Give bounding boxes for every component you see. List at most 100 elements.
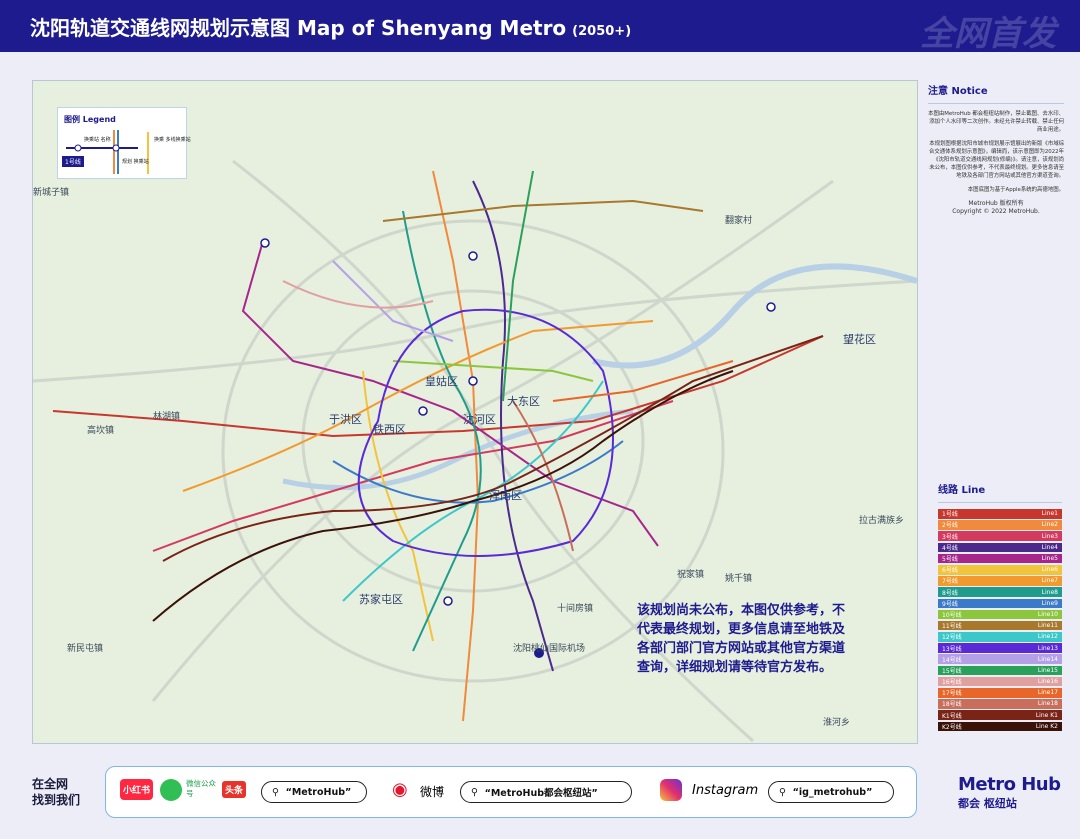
metro-map[interactable]: 图例 Legend 换乘站 名称 换乘 多线换乘站 规划 换乘站 1号线 皇姑区…: [32, 80, 918, 744]
line-11: [382, 199, 704, 222]
copyright: MetroHub 版权所有 Copyright © 2022 MetroHub.: [928, 200, 1064, 216]
line-name-en: Line13: [1037, 644, 1058, 652]
line-name-cn: 15号线: [942, 667, 962, 675]
notice-title: 注意 Notice: [928, 86, 988, 97]
line-name-en: Line4: [1041, 543, 1058, 551]
line-legend-row: 8号线 Line8: [938, 587, 1062, 597]
station-icon: [468, 376, 478, 386]
divider: [928, 103, 1064, 104]
divider: [938, 502, 1062, 503]
line-name-cn: K2号线: [942, 723, 962, 731]
district-label: 苏家屯区: [359, 593, 403, 606]
station-icon: [418, 406, 428, 416]
instagram-label: Instagram: [692, 783, 759, 798]
line-name-cn: 10号线: [942, 611, 962, 619]
line-legend-row: 1号线 Line1: [938, 509, 1062, 519]
wechat-icon[interactable]: [160, 779, 182, 801]
district-label: 新民屯镇: [67, 644, 104, 654]
handle-pill-1[interactable]: ⚲ “MetroHub”: [261, 781, 367, 803]
map-legend: 图例 Legend 换乘站 名称 换乘 多线换乘站 规划 换乘站 1号线: [57, 107, 191, 179]
line-name-cn: 13号线: [942, 645, 962, 653]
page-title: 沈阳轨道交通线网规划示意图 Map of Shenyang Metro (2050…: [30, 12, 631, 41]
find-us: 在全网 找到我们: [32, 776, 80, 808]
line-legend: 线路 Line 1号线 Line1 2号线 Line2 3号线 Line3 4号线 Line4…: [938, 481, 1062, 733]
header-bar: 沈阳轨道交通线网规划示意图 Map of Shenyang Metro (2050…: [0, 0, 1080, 54]
copyright-line: Copyright © 2022 MetroHub.: [952, 208, 1040, 215]
station-icon: [468, 251, 478, 261]
weibo-icon[interactable]: ◉: [392, 779, 408, 800]
copyright-owner: MetroHub 版权所有: [968, 200, 1024, 207]
line-legend-row: 10号线 Line10: [938, 609, 1062, 620]
line-name-cn: 11号线: [942, 623, 962, 631]
line-legend-row: 18号线 Line18: [938, 699, 1062, 709]
district-label: 拉古满族乡: [859, 516, 905, 526]
line-name-cn: 3号线: [942, 533, 958, 541]
line-14: [332, 260, 454, 342]
line-name-en: Line17: [1037, 689, 1058, 697]
handle-text: “MetroHub”: [285, 786, 352, 798]
station-icon: [260, 238, 270, 248]
line-name-en: Line9: [1041, 599, 1058, 607]
line-name-cn: 8号线: [942, 589, 958, 597]
line-name-en: Line1: [1041, 510, 1058, 518]
handle-pill-3[interactable]: ⚲ “ig_metrohub”: [768, 781, 894, 803]
line-name-en: Line5: [1041, 555, 1058, 563]
district-label: 高坎镇: [87, 426, 115, 436]
xiaohongshu-icon[interactable]: 小红书: [120, 779, 154, 800]
line-name-cn: 2号线: [942, 522, 958, 530]
notice-paragraph: 本图由MetroHub 都会枢纽站制作，禁止截图、去水印、添加个人水印等二次创作…: [928, 111, 1064, 133]
district-label: 铁西区: [373, 423, 406, 436]
line-legend-rows: 1号线 Line1 2号线 Line2 3号线 Line3 4号线 Line4 5号线 Line5…: [938, 509, 1062, 732]
title-year: (2050+): [572, 24, 632, 39]
line-legend-row: 14号线 Line14: [938, 654, 1062, 665]
social-bar: 小红书 微信公众号 头条 ⚲ “MetroHub” ◉ 微博 ⚲ “MetroH…: [105, 766, 917, 818]
district-label: 望花区: [843, 333, 876, 346]
line-name-en: Line2: [1041, 521, 1058, 529]
district-label: 淮河乡: [823, 718, 851, 728]
line-name-en: Line7: [1041, 577, 1058, 585]
brand-sub: 都会 枢纽站: [958, 797, 1017, 810]
line-legend-row: 5号线 Line5: [938, 553, 1062, 564]
line-legend-row: 2号线 Line2: [938, 520, 1062, 530]
line-name-cn: 7号线: [942, 578, 958, 586]
line-legend-row: 16号线 Line16: [938, 676, 1062, 687]
line-legend-row: 6号线 Line6: [938, 564, 1062, 575]
line-name-en: Line3: [1041, 532, 1058, 540]
district-label: 祝家镇: [677, 570, 705, 580]
line-legend-row: 17号线 Line17: [938, 688, 1062, 698]
notice-paragraph: 本图底图为基于Apple系统的高德地图。: [967, 187, 1064, 193]
wechat-label: 微信公众号: [186, 779, 216, 798]
line-name-en: Line K2: [1035, 722, 1058, 730]
line-name-cn: 6号线: [942, 567, 958, 575]
map-disclaimer: 该规划尚未公布，本图仅供参考，不代表最终规划，更多信息请至地铁及各部门部门官方网…: [637, 603, 846, 675]
notice-panel: 注意 Notice 本图由MetroHub 都会枢纽站制作，禁止截图、去水印、添…: [928, 82, 1064, 222]
title-text: 沈阳轨道交通线网规划示意图 Map of Shenyang Metro: [30, 16, 567, 40]
toutiao-icon[interactable]: 头条: [222, 781, 247, 798]
line-legend-row: 7号线 Line7: [938, 576, 1062, 586]
line-name-cn: 18号线: [942, 701, 962, 709]
district-label: 十间房镇: [557, 604, 594, 614]
line-name-en: Line8: [1041, 588, 1058, 596]
line-legend-row: 15号线 Line15: [938, 665, 1062, 676]
line-name-cn: 4号线: [942, 544, 958, 552]
line-legend-row: 13号线 Line13: [938, 643, 1062, 653]
district-label: 沈阳桃仙国际机场: [513, 644, 586, 654]
line-legend-row: 11号线 Line11: [938, 620, 1062, 631]
district-label: 翻家村: [725, 216, 753, 226]
line-name-cn: K1号线: [942, 712, 962, 720]
search-icon: ⚲: [779, 786, 786, 798]
line-name-cn: 5号线: [942, 556, 958, 564]
line-legend-row: K2号线 Line K2: [938, 721, 1062, 732]
handle-pill-2[interactable]: ⚲ “MetroHub都会枢纽站”: [460, 781, 632, 803]
district-label: 于洪区: [329, 413, 362, 426]
legend-interchange: 换乘站 名称: [84, 137, 111, 143]
line-legend-row: 12号线 Line12: [938, 632, 1062, 642]
instagram-icon[interactable]: [660, 779, 682, 801]
notice-paragraph: 本规划图根据沈阳市城市规划展示馆展出的新版《市域综合交通体系规划示意图》，编辑而…: [928, 141, 1064, 179]
station-icon: [443, 596, 453, 606]
line-name-en: Line12: [1037, 633, 1058, 641]
district-label: 浑南区: [489, 489, 522, 502]
line-name-en: Line11: [1037, 622, 1058, 630]
find-us-line1: 在全网: [32, 777, 69, 791]
line-name-en: Line18: [1037, 700, 1058, 708]
